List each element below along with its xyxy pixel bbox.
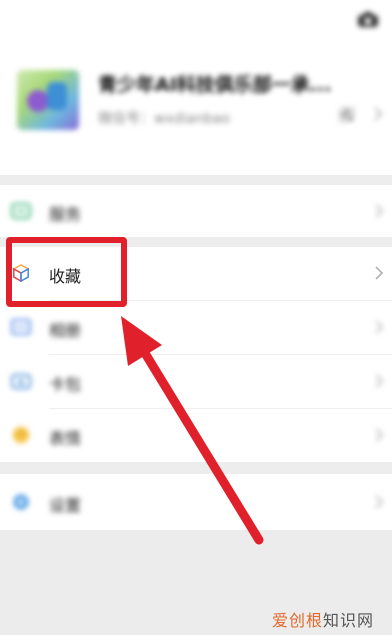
profile-nickname: 青少年AI科技俱乐部一承... (98, 74, 332, 96)
menu-item-label: 卡包 (49, 375, 82, 394)
services-section: 服务 (0, 185, 392, 237)
settings-gear-icon (13, 494, 29, 510)
card-wallet-icon (11, 374, 31, 389)
menu-item-album[interactable]: 相册 (0, 301, 392, 353)
profile-header[interactable]: 青少年AI科技俱乐部一承... 微信号：wxdianbao (0, 0, 392, 175)
settings-section: 设置 (0, 474, 392, 530)
menu-item-label: 设置 (49, 496, 82, 515)
menu-item-label: 服务 (49, 205, 82, 224)
camera-icon[interactable] (358, 12, 378, 27)
qr-code-icon[interactable] (340, 108, 354, 122)
album-icon (11, 319, 31, 335)
avatar[interactable] (17, 70, 79, 130)
menu-item-label: 相册 (49, 321, 82, 340)
profile-wechat-id: 微信号：wxdianbao (98, 111, 230, 127)
chevron-right-icon (374, 107, 383, 121)
watermark-part-2: 知识网 (323, 611, 375, 630)
menu-item-cards[interactable]: 卡包 (0, 355, 392, 407)
chevron-right-icon (375, 320, 384, 334)
services-icon (11, 203, 31, 219)
menu-item-stickers[interactable]: 表情 (0, 409, 392, 461)
chevron-right-icon (375, 266, 384, 280)
menu-item-services[interactable]: 服务 (0, 185, 392, 237)
watermark-part-1: 爱创根 (272, 611, 324, 630)
chevron-right-icon (375, 428, 384, 442)
watermark: 爱创根知识网 (272, 607, 374, 631)
menu-item-label: 表情 (49, 429, 82, 448)
chevron-right-icon (375, 374, 384, 388)
annotation-highlight-box (6, 237, 127, 307)
sticker-icon (12, 426, 30, 444)
chevron-right-icon (375, 495, 384, 509)
chevron-right-icon (375, 204, 384, 218)
menu-item-settings[interactable]: 设置 (0, 476, 392, 528)
